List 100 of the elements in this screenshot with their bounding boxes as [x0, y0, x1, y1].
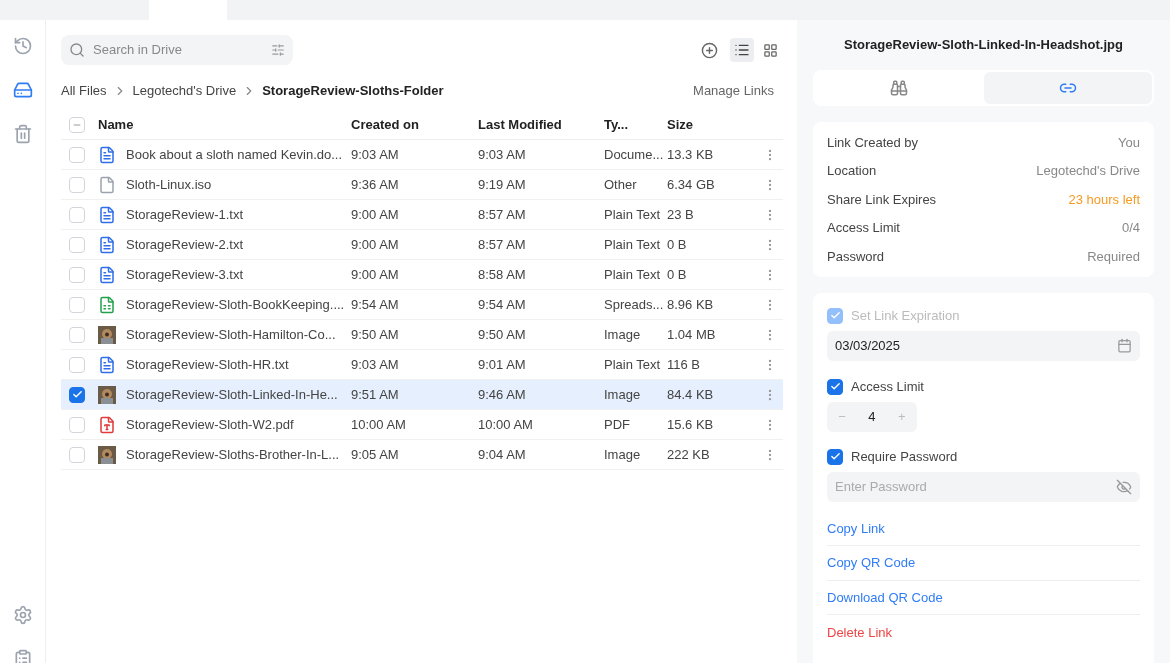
column-header[interactable]: Created on — [351, 116, 419, 132]
checkbox[interactable] — [827, 448, 843, 465]
table-cell: 9:54 AM — [351, 296, 399, 312]
action-link[interactable]: Copy QR Code — [827, 553, 916, 573]
table-cell: PDF — [604, 416, 630, 432]
info-value: Required — [1087, 247, 1140, 266]
action-link[interactable]: Delete Link — [827, 622, 893, 642]
add-icon[interactable] — [701, 41, 718, 59]
option-label: Set Link Expiration — [851, 306, 960, 325]
file-row[interactable]: StorageReview-Sloth-W2.pdf 10:00 AM 10:00 AM PDF 15.6 KB — [61, 410, 783, 440]
info-label: Location — [827, 162, 877, 180]
table-cell: 9:36 AM — [351, 176, 399, 192]
table-cell: 0 B — [667, 266, 687, 282]
table-cell: 9:50 AM — [478, 326, 526, 342]
password-bar[interactable]: Enter Password — [827, 471, 1140, 502]
column-header[interactable]: Size — [667, 116, 693, 132]
table-cell: 116 B — [667, 356, 700, 372]
table-cell: 9:01 AM — [478, 356, 526, 372]
check-icon — [829, 310, 841, 321]
table-cell: Image — [604, 386, 641, 402]
table-cell: 6.34 GB — [667, 176, 715, 192]
search-input[interactable]: Search in Drive — [93, 40, 263, 60]
table-cell: Image — [604, 326, 641, 342]
text-file-icon — [98, 355, 116, 374]
file-name: StorageReview-Sloth-BookKeeping.... — [126, 295, 345, 314]
search-icon — [69, 42, 85, 58]
check-icon — [829, 451, 841, 462]
table-cell: 8:57 AM — [478, 236, 526, 252]
file-name: Book about a sloth named Kevin.do... — [126, 145, 343, 164]
table-cell: Plain Text — [604, 356, 661, 372]
list-view-button[interactable] — [730, 38, 754, 62]
action-link[interactable]: Download QR Code — [827, 587, 943, 607]
text-file-icon — [98, 265, 116, 284]
file-row[interactable]: StorageReview-3.txt 9:00 AM 8:58 AM Plain Text 0 B — [61, 260, 783, 290]
file-name: Sloth-Linux.iso — [126, 175, 212, 194]
manage-links-link[interactable]: Manage Links — [693, 81, 774, 101]
document-icon — [98, 145, 116, 164]
breadcrumb-link[interactable]: StorageReview-Sloths-Folder — [262, 81, 444, 101]
settings-icon[interactable] — [12, 605, 33, 625]
history-icon[interactable] — [12, 36, 33, 56]
table-cell: 9:00 AM — [351, 236, 399, 252]
trash-icon[interactable] — [12, 124, 33, 144]
info-label: Access Limit — [827, 219, 900, 237]
table-cell: 9:03 AM — [351, 146, 399, 162]
table-cell: 9:03 AM — [478, 146, 526, 162]
number-stepper[interactable]: − 4 + — [827, 401, 917, 432]
column-header[interactable]: Last Modified — [478, 116, 562, 132]
info-label: Password — [827, 247, 885, 266]
select-all-checkbox[interactable] — [69, 116, 85, 133]
file-name: StorageReview-Sloth-Linked-In-He... — [126, 385, 338, 404]
file-name: StorageReview-Sloth-W2.pdf — [126, 415, 294, 434]
info-value: Legotechd's Drive — [1036, 162, 1140, 180]
breadcrumb-link[interactable]: All Files — [61, 81, 107, 101]
password-input[interactable]: Enter Password — [835, 476, 1116, 497]
table-cell: Image — [604, 446, 641, 462]
table-cell: 15.6 KB — [667, 416, 714, 432]
filter-icon[interactable] — [271, 43, 285, 57]
info-label: Link Created by — [827, 133, 919, 152]
column-header[interactable]: Name — [98, 116, 134, 132]
table-cell: 9:54 AM — [478, 296, 526, 312]
file-row[interactable]: Book about a sloth named Kevin.do... 9:03 AM 9:03 AM Docume... 13.3 KB — [61, 140, 783, 170]
table-cell: 9:03 AM — [351, 356, 399, 372]
table-cell: 9:19 AM — [478, 176, 526, 192]
calendar-icon[interactable] — [1117, 338, 1132, 353]
grid-icon — [762, 42, 778, 58]
file-row[interactable]: StorageReview-Sloths-Brother-In-L... 9:05 AM 9:04 AM Image 222 KB — [61, 440, 783, 470]
info-value: 0/4 — [1121, 219, 1140, 237]
drive-icon[interactable] — [12, 80, 33, 100]
file-row[interactable]: Sloth-Linux.iso 9:36 AM 9:19 AM Other 6.34 GB — [61, 170, 783, 200]
table-cell: Plain Text — [604, 206, 661, 222]
spreadsheet-icon — [98, 295, 116, 314]
table-cell: 222 KB — [667, 446, 710, 462]
file-row[interactable]: StorageReview-1.txt 9:00 AM 8:57 AM Plain Text 23 B — [61, 200, 783, 230]
list-icon — [734, 42, 750, 58]
file-row[interactable]: StorageReview-Sloth-Linked-In-He... 9:51 AM 9:46 AM Image 84.4 KB — [61, 380, 783, 410]
file-row[interactable]: StorageReview-Sloth-BookKeeping.... 9:54 AM 9:54 AM Spreads... 8.96 KB — [61, 290, 783, 320]
table-cell: 10:00 AM — [478, 416, 533, 432]
column-header[interactable]: Ty... — [604, 116, 629, 132]
table-cell: Docume... — [604, 146, 664, 162]
file-row[interactable]: StorageReview-2.txt 9:00 AM 8:57 AM Plain Text 0 B — [61, 230, 783, 260]
hidden-eye-icon[interactable] — [1116, 478, 1132, 495]
checkbox[interactable] — [827, 378, 843, 395]
info-value: You — [1118, 133, 1140, 152]
table-cell: 9:04 AM — [478, 446, 526, 462]
table-cell: 13.3 KB — [667, 146, 714, 162]
file-row[interactable]: StorageReview-Sloth-Hamilton-Co... 9:50 AM 9:50 AM Image 1.04 MB — [61, 320, 783, 350]
checkbox[interactable] — [69, 386, 85, 403]
action-link[interactable]: Copy Link — [827, 518, 885, 538]
table-cell: 84.4 KB — [667, 386, 714, 402]
text-file-icon — [98, 235, 116, 254]
option-label: Access Limit — [851, 377, 924, 396]
table-cell: Plain Text — [604, 266, 661, 282]
breadcrumb-link[interactable]: Legotechd's Drive — [132, 81, 237, 101]
table-cell: 23 B — [667, 206, 694, 222]
table-cell: Plain Text — [604, 236, 661, 252]
search-bar[interactable]: Search in Drive — [61, 35, 293, 65]
file-name: StorageReview-2.txt — [126, 235, 244, 254]
info-value: 23 hours left — [1068, 190, 1140, 209]
file-name: StorageReview-1.txt — [126, 205, 244, 224]
table-cell: Other — [604, 176, 637, 192]
